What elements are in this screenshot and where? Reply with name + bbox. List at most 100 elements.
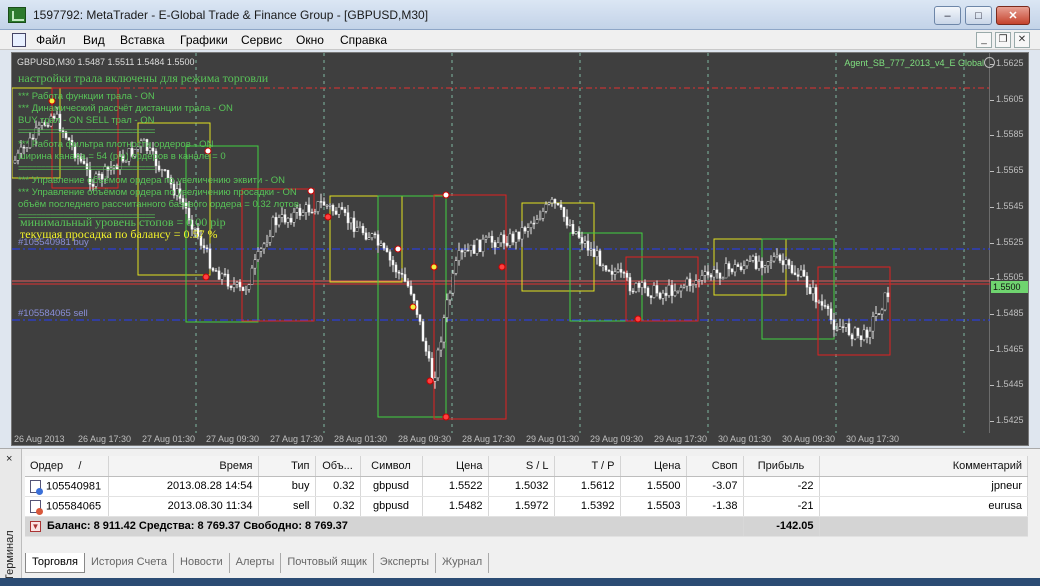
candle-body bbox=[661, 292, 665, 299]
col-comment[interactable]: Комментарий bbox=[819, 456, 1028, 477]
col-swap[interactable]: Своп bbox=[686, 456, 744, 477]
overlay-line: объём последнего рассчитанного базового … bbox=[18, 199, 299, 210]
col-take-profit[interactable]: T / P bbox=[554, 456, 621, 477]
candle-body bbox=[628, 277, 632, 292]
candle-body bbox=[511, 233, 515, 243]
overlay-line: *** Динамический рассчёт дистанции трала… bbox=[18, 103, 233, 114]
candle-body bbox=[322, 201, 326, 206]
total-profit: -142.05 bbox=[743, 516, 820, 537]
order-type: buy bbox=[258, 476, 316, 497]
col-current-price[interactable]: Цена bbox=[620, 456, 687, 477]
candle-body bbox=[829, 308, 833, 320]
candle-body bbox=[640, 282, 644, 288]
candle-body bbox=[886, 292, 890, 298]
col-order[interactable]: Ордер / bbox=[25, 456, 109, 477]
candle-body bbox=[205, 247, 209, 249]
tab-trade[interactable]: Торговля bbox=[25, 553, 85, 573]
channel-box bbox=[433, 194, 507, 420]
tab-journal[interactable]: Журнал bbox=[436, 553, 490, 573]
menu-view[interactable]: Вид bbox=[83, 33, 105, 47]
candle-body bbox=[727, 263, 731, 270]
candle-body bbox=[637, 282, 641, 288]
price-axis[interactable]: 1.5625 1.5605 1.5585 1.5565 1.5545 1.5525 1.55… bbox=[990, 53, 1028, 445]
price-chart[interactable]: GBPUSD,M30 1.5487 1.5511 1.5484 1.5500 A… bbox=[11, 52, 1029, 446]
terminal-panel: × Терминал Ордер / Время Тип Объ... Симв… bbox=[0, 448, 1040, 586]
tab-account-history[interactable]: История Счета bbox=[85, 553, 175, 573]
candle-body bbox=[616, 268, 620, 273]
candle-body bbox=[397, 271, 401, 274]
order-profit: -21 bbox=[743, 496, 820, 517]
mdi-close-button[interactable]: ✕ bbox=[1014, 32, 1030, 48]
order-open-price: 1.5522 bbox=[422, 476, 489, 497]
candle-body bbox=[667, 284, 671, 296]
col-symbol[interactable]: Символ bbox=[360, 456, 423, 477]
terminal-close-button[interactable]: × bbox=[6, 453, 12, 465]
candle-body bbox=[319, 201, 323, 203]
candle-body bbox=[697, 280, 701, 282]
col-volume[interactable]: Объ... bbox=[315, 456, 361, 477]
candle-body bbox=[766, 261, 770, 267]
candle-body bbox=[745, 260, 749, 267]
candle-body bbox=[592, 248, 596, 258]
col-stop-loss[interactable]: S / L bbox=[488, 456, 555, 477]
tab-news[interactable]: Новости bbox=[174, 553, 230, 573]
tab-mailbox[interactable]: Почтовый ящик bbox=[281, 553, 374, 573]
col-type[interactable]: Тип bbox=[258, 456, 316, 477]
metatrader-window: 1597792: MetaTrader - E-Global Trade & F… bbox=[0, 0, 1040, 586]
candle-body bbox=[652, 285, 656, 298]
candle-body bbox=[811, 287, 815, 295]
menu-insert[interactable]: Вставка bbox=[120, 33, 165, 47]
candle-body bbox=[304, 204, 308, 213]
mdi-minimize-button[interactable]: _ bbox=[976, 32, 992, 48]
candle-body bbox=[280, 214, 284, 218]
candle-body bbox=[787, 259, 791, 266]
trade-marker bbox=[202, 273, 210, 281]
candle-body bbox=[310, 211, 314, 214]
minimize-button[interactable]: – bbox=[934, 6, 961, 25]
trade-marker bbox=[307, 187, 315, 195]
candle-body bbox=[730, 268, 734, 273]
tab-alerts[interactable]: Алерты bbox=[230, 553, 282, 573]
candle-body bbox=[460, 250, 464, 253]
candle-body bbox=[502, 234, 506, 244]
candle-body bbox=[493, 242, 497, 248]
col-open-price[interactable]: Цена bbox=[422, 456, 489, 477]
menu-help[interactable]: Справка bbox=[340, 33, 387, 47]
trail-settings-title: настройки трала включены для режима торг… bbox=[18, 71, 269, 85]
time-axis[interactable]: 26 Aug 2013 26 Aug 17:30 27 Aug 01:30 27 Au… bbox=[12, 433, 990, 445]
candle-body bbox=[544, 203, 548, 212]
overlay-line: *** Работа функции трала - ON bbox=[18, 91, 155, 102]
tab-experts[interactable]: Эксперты bbox=[374, 553, 437, 573]
time-tick-label: 30 Aug 01:30 bbox=[718, 434, 772, 444]
candle-body bbox=[307, 204, 311, 213]
balance-icon: ▼ bbox=[30, 520, 41, 532]
candle-body bbox=[478, 239, 482, 253]
menu-file[interactable]: Файл bbox=[36, 33, 66, 47]
candle-body bbox=[226, 274, 230, 287]
menu-tools[interactable]: Сервис bbox=[241, 33, 282, 47]
time-tick-label: 29 Aug 09:30 bbox=[590, 434, 644, 444]
order-row[interactable]: 105540981 2013.08.28 14:54 buy 0.32 gbpu… bbox=[25, 476, 1028, 497]
candle-body bbox=[394, 264, 398, 273]
sell-order-line-label: #105584065 sell bbox=[18, 308, 88, 319]
menu-window[interactable]: Окно bbox=[296, 33, 324, 47]
order-row[interactable]: 105584065 2013.08.30 11:34 sell 0.32 gbp… bbox=[25, 496, 1028, 517]
candle-body bbox=[541, 211, 545, 219]
candle-body bbox=[298, 207, 302, 216]
candle-body bbox=[694, 280, 698, 285]
mdi-restore-button[interactable]: ❐ bbox=[995, 32, 1011, 48]
close-button[interactable]: ✕ bbox=[996, 6, 1030, 25]
col-time[interactable]: Время bbox=[108, 456, 259, 477]
chart-window-icon[interactable] bbox=[12, 33, 26, 47]
candle-body bbox=[220, 273, 224, 280]
menu-charts[interactable]: Графики bbox=[180, 33, 228, 47]
candle-body bbox=[796, 274, 800, 277]
trade-marker bbox=[426, 377, 434, 385]
candle-body bbox=[241, 286, 245, 291]
candle-body bbox=[571, 224, 575, 234]
candle-body bbox=[253, 259, 257, 269]
maximize-button[interactable]: □ bbox=[965, 6, 992, 25]
sell-order-icon bbox=[30, 499, 43, 515]
col-profit[interactable]: Прибыль bbox=[743, 456, 820, 477]
candle-body bbox=[463, 249, 467, 253]
